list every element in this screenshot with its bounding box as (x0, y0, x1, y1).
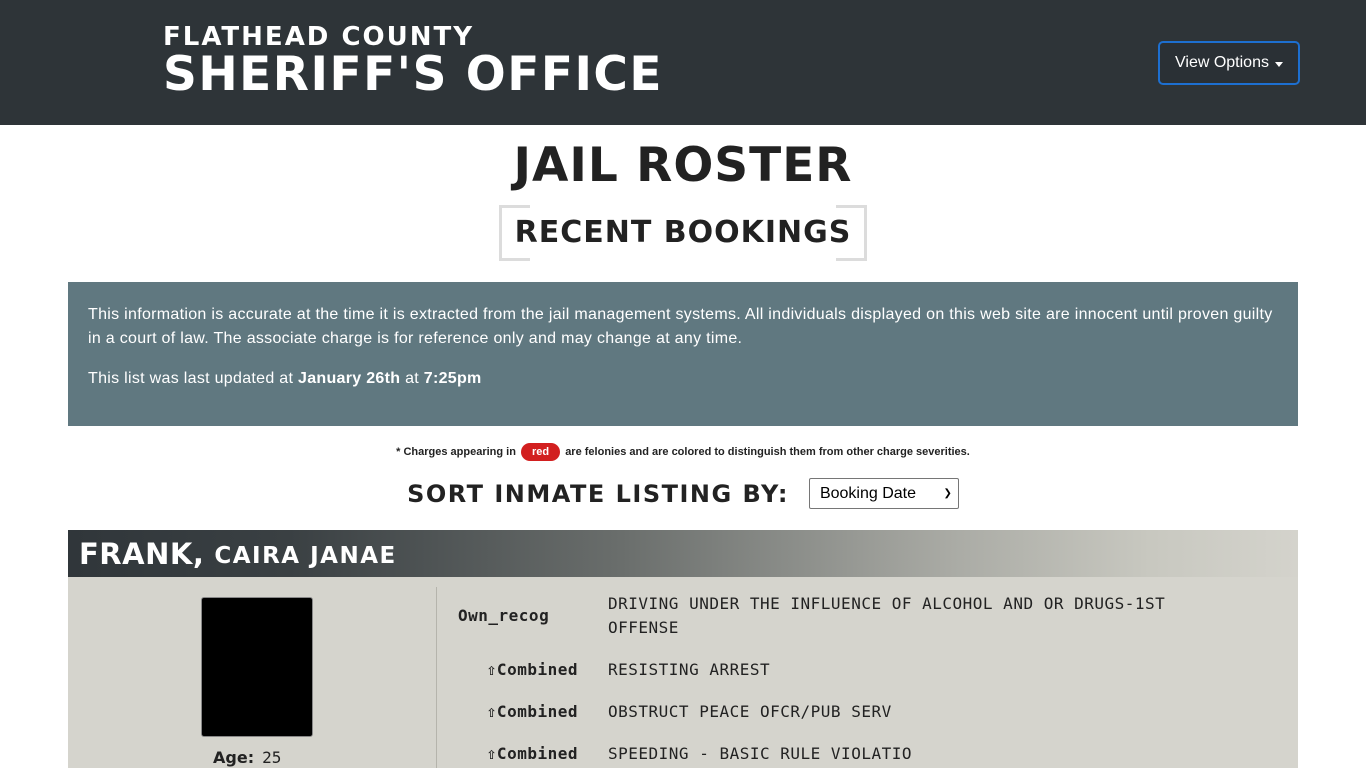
sort-select[interactable]: Booking Date ❯ (808, 478, 959, 509)
charge-bond-type: ⇧Combined (486, 702, 578, 721)
sort-controls: SORT INMATE LISTING BY: Booking Date ❯ (0, 478, 1366, 509)
bracket-right (836, 205, 868, 261)
inmate-last-name: FRANK, (79, 536, 205, 571)
inmate-first-names: CAIRA JANAE (214, 542, 397, 569)
subtitle-text: RECENT BOOKINGS (514, 215, 852, 250)
sort-selected-value: Booking Date (819, 484, 916, 502)
updated-time: 7:25pm (423, 370, 482, 387)
view-options-button[interactable]: View Options (1158, 41, 1300, 85)
age-value: 25 (262, 748, 282, 767)
chevron-down-icon: ❯ (943, 488, 952, 499)
details-divider (436, 587, 437, 768)
bracket-left (498, 205, 530, 261)
updated-date: January 26th (298, 370, 401, 387)
page-title: JAIL ROSTER (513, 138, 853, 193)
charge-row: ⇧Combined OBSTRUCT PEACE OFCR/PUB SERV (458, 700, 1278, 724)
charge-description: RESISTING ARREST (608, 660, 771, 679)
brand-office: SHERIFF'S OFFICE (163, 47, 664, 102)
charge-row: ⇧Combined SPEEDING - BASIC RULE VIOLATIO (458, 742, 1278, 766)
age-label: Age: (213, 748, 255, 767)
inmate-age: Age: 25 (213, 748, 281, 767)
felony-legend: * Charges appearing in red are felonies … (0, 443, 1366, 461)
inmate-photo[interactable] (201, 597, 313, 737)
charge-row: Own_recog DRIVING UNDER THE INFLUENCE OF… (458, 592, 1278, 640)
last-updated: This list was last updated at January 26… (88, 370, 482, 387)
charge-description: DRIVING UNDER THE INFLUENCE OF ALCOHOL A… (608, 594, 1166, 637)
charge-description: OBSTRUCT PEACE OFCR/PUB SERV (608, 702, 892, 721)
inmate-card: FRANK, CAIRA JANAE Age: 25 Own_recog DRIV… (68, 530, 1298, 768)
inmate-name-header: FRANK, CAIRA JANAE (68, 530, 1298, 577)
section-subtitle: RECENT BOOKINGS (498, 205, 868, 261)
felony-badge: red (521, 443, 561, 461)
site-brand[interactable]: FLATHEAD COUNTY SHERIFF'S OFFICE (163, 22, 663, 98)
charge-list: Own_recog DRIVING UNDER THE INFLUENCE OF… (458, 592, 1278, 768)
navbar: FLATHEAD COUNTY SHERIFF'S OFFICE View Op… (0, 0, 1366, 125)
disclaimer-panel: This information is accurate at the time… (68, 282, 1298, 426)
caret-down-icon (1274, 61, 1283, 67)
view-options-label: View Options (1175, 54, 1269, 71)
sort-label: SORT INMATE LISTING BY: (407, 479, 789, 508)
charge-row: ⇧Combined RESISTING ARREST (458, 658, 1278, 682)
charge-description: SPEEDING - BASIC RULE VIOLATIO (608, 744, 912, 763)
charge-bond-type: Own_recog (458, 606, 550, 625)
charge-bond-type: ⇧Combined (486, 744, 578, 763)
charge-bond-type: ⇧Combined (486, 660, 578, 679)
disclaimer-text: This information is accurate at the time… (88, 306, 1273, 347)
inmate-details: Age: 25 Own_recog DRIVING UNDER THE INFLU… (68, 577, 1298, 768)
